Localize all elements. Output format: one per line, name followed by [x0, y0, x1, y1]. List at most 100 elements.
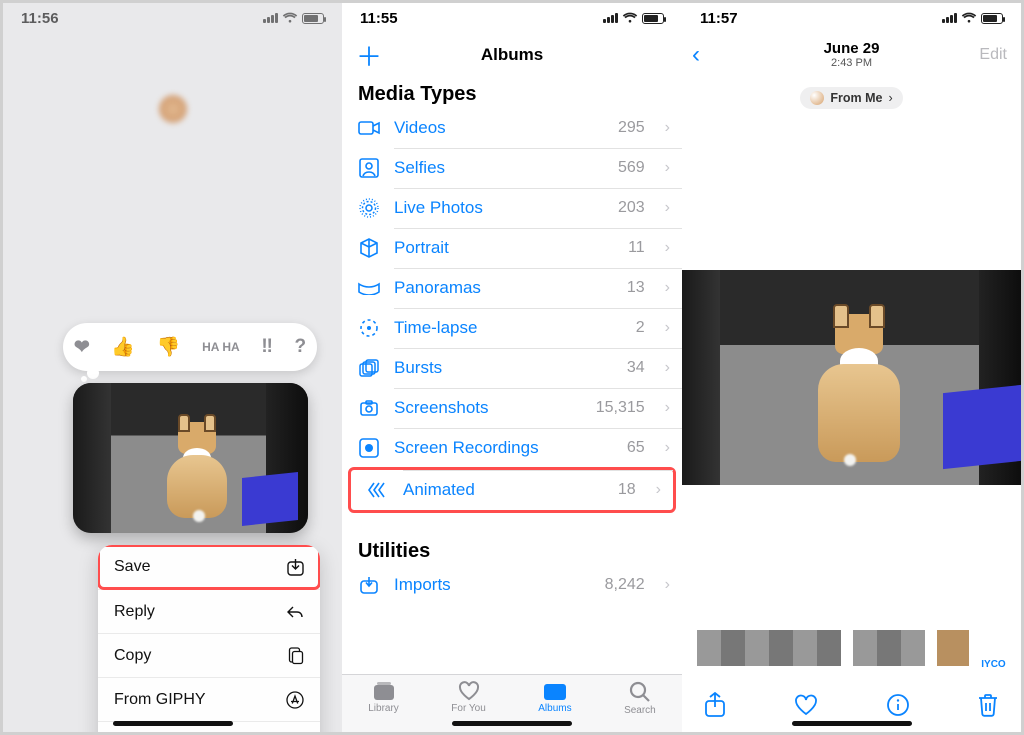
delete-button[interactable] [977, 693, 999, 717]
panoramas-icon [358, 281, 380, 295]
battery-icon [642, 13, 664, 24]
chevron-right-icon: › [659, 199, 670, 217]
thumbnail-set[interactable] [937, 630, 969, 670]
videos-icon [358, 120, 380, 136]
context-item-label: Save [114, 558, 150, 576]
chevron-right-icon: › [650, 481, 661, 499]
album-row-selfies[interactable]: Selfies 569 › [342, 148, 682, 188]
home-indicator[interactable] [792, 721, 912, 726]
favorite-button[interactable] [793, 693, 819, 717]
wifi-icon [622, 12, 638, 24]
back-button[interactable]: ‹ [692, 41, 700, 69]
status-bar: 11:55 [342, 3, 682, 33]
thumbnail-set[interactable] [697, 630, 841, 670]
context-from-giphy[interactable]: From GIPHY [98, 677, 320, 721]
add-button[interactable]: ＋ [356, 37, 382, 74]
battery-icon [981, 13, 1003, 24]
context-menu: Save Reply Copy [98, 545, 320, 732]
chevron-right-icon: › [659, 399, 670, 417]
context-save[interactable]: Save [98, 545, 320, 589]
thumb-meta-label: IYCO [981, 659, 1005, 670]
cellular-icon [603, 13, 618, 23]
album-row-videos[interactable]: Videos 295 › [342, 108, 682, 148]
share-button[interactable] [704, 692, 726, 718]
tab-library[interactable]: Library [368, 681, 399, 714]
home-indicator[interactable] [113, 721, 233, 726]
battery-icon [302, 13, 324, 24]
portrait-icon [358, 238, 380, 258]
thumbnail-set[interactable] [853, 630, 925, 670]
nav-title: Albums [481, 45, 543, 65]
album-row-animated[interactable]: Animated 18 › [348, 467, 676, 513]
tapback-thumbsdown-icon[interactable]: 👎 [157, 335, 181, 359]
from-me-chip[interactable]: From Me › [800, 87, 902, 109]
contact-avatar [159, 95, 187, 123]
appstore-icon [286, 691, 304, 709]
chevron-right-icon: › [659, 319, 670, 337]
album-row-livephotos[interactable]: Live Photos 203 › [342, 188, 682, 228]
status-bar: 11:57 [682, 3, 1021, 33]
section-heading-media-types: Media Types [342, 77, 682, 108]
panel-photos-albums: 11:55 ＋ Albums Media Types Videos 295 › … [342, 3, 682, 732]
chevron-right-icon: › [659, 359, 670, 377]
album-row-panoramas[interactable]: Panoramas 13 › [342, 268, 682, 308]
imports-icon [358, 576, 380, 594]
chevron-right-icon: › [659, 159, 670, 177]
wifi-icon [282, 12, 298, 24]
foryou-icon [458, 681, 480, 701]
album-row-imports[interactable]: Imports 8,242 › [342, 565, 682, 605]
tapback-heart-icon[interactable]: ❤︎ [74, 336, 90, 359]
tapback-haha-icon[interactable]: HA HA [202, 341, 240, 353]
avatar-icon [810, 91, 824, 105]
thumbnail-strip[interactable]: IYCO [682, 630, 1021, 670]
screenshots-icon [358, 399, 380, 417]
nav-bar: ‹ June 29 2:43 PM Edit [682, 33, 1021, 77]
message-image-bubble[interactable] [73, 383, 308, 533]
download-icon [287, 558, 304, 576]
status-time: 11:55 [360, 10, 398, 27]
context-reply[interactable]: Reply [98, 589, 320, 633]
photo-time: 2:43 PM [824, 57, 880, 69]
tab-albums[interactable]: Albums [538, 681, 571, 714]
screenrec-icon [358, 438, 380, 458]
photo-hero[interactable] [682, 270, 1021, 485]
photo-date: June 29 [824, 41, 880, 58]
context-copy[interactable]: Copy [98, 633, 320, 677]
album-list-media-types: Videos 295 › Selfies 569 › Live Photos 2… [342, 108, 682, 512]
album-row-portrait[interactable]: Portrait 11 › [342, 228, 682, 268]
chevron-right-icon: › [659, 239, 670, 257]
tapback-reactions-bar: ❤︎ 👍 👎 HA HA ‼︎ ? [63, 323, 317, 371]
panel-photo-detail: 11:57 ‹ June 29 2:43 PM Edit From Me › [682, 3, 1021, 732]
tab-foryou[interactable]: For You [451, 681, 485, 714]
album-row-timelapse[interactable]: Time-lapse 2 › [342, 308, 682, 348]
chevron-right-icon: › [659, 119, 670, 137]
tapback-question-icon[interactable]: ? [295, 336, 307, 358]
tab-search[interactable]: Search [624, 681, 656, 716]
context-item-label: From GIPHY [114, 691, 206, 709]
bursts-icon [358, 359, 380, 377]
cellular-icon [942, 13, 957, 23]
nav-bar: ＋ Albums [342, 33, 682, 77]
context-item-label: Reply [114, 603, 155, 621]
tapback-exclaim-icon[interactable]: ‼︎ [261, 336, 272, 358]
status-time: 11:56 [21, 10, 59, 27]
album-row-screenshots[interactable]: Screenshots 15,315 › [342, 388, 682, 428]
album-row-bursts[interactable]: Bursts 34 › [342, 348, 682, 388]
search-icon [629, 681, 651, 703]
animated-icon [367, 481, 389, 499]
status-icons [263, 12, 324, 24]
reply-icon [286, 605, 304, 619]
status-time: 11:57 [700, 10, 738, 27]
chevron-right-icon: › [659, 576, 670, 594]
home-indicator[interactable] [452, 721, 572, 726]
chevron-right-icon: › [659, 439, 670, 457]
tapback-thumbsup-icon[interactable]: 👍 [111, 335, 135, 359]
albums-icon [543, 681, 567, 701]
status-bar: 11:56 [3, 3, 342, 33]
cellular-icon [263, 13, 278, 23]
library-icon [372, 681, 396, 701]
album-row-screenrecordings[interactable]: Screen Recordings 65 › [342, 428, 682, 468]
wifi-icon [961, 12, 977, 24]
info-button[interactable] [886, 693, 910, 717]
edit-button[interactable]: Edit [979, 46, 1007, 64]
